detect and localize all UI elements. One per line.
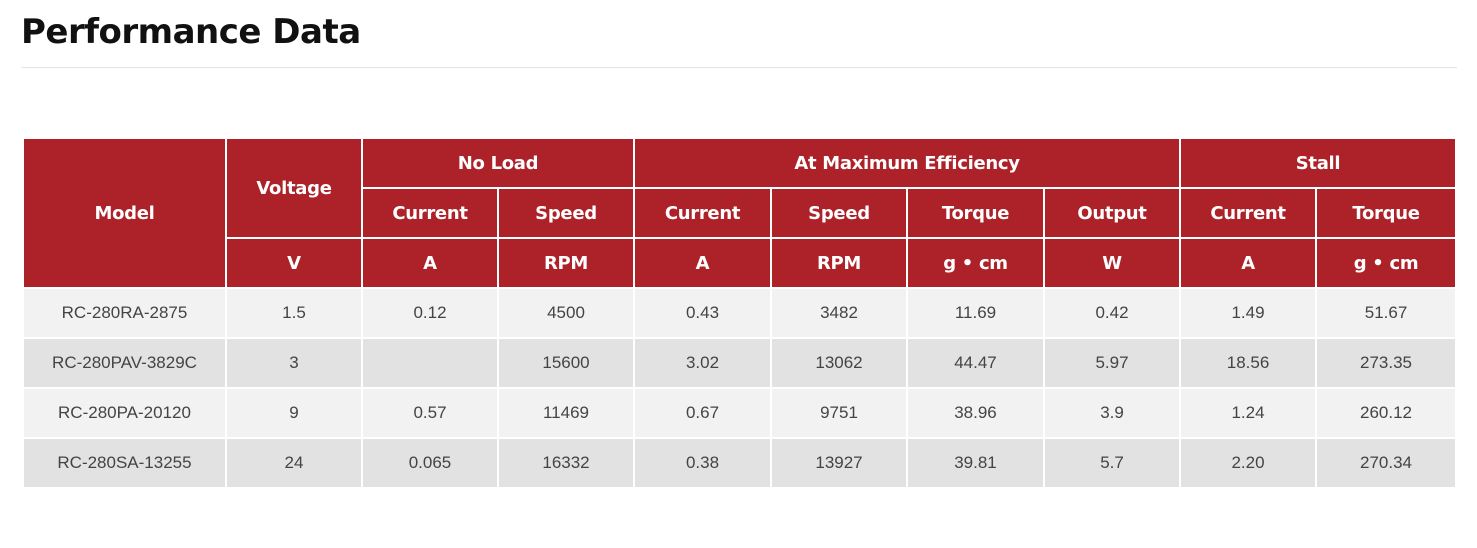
header-model: Model (22, 137, 227, 289)
table-cell: 3 (225, 337, 363, 389)
table-cell: 3.9 (1042, 387, 1182, 439)
header-sub: Current (1179, 187, 1318, 239)
header-unit: RPM (497, 237, 635, 289)
table-cell: 5.97 (1042, 337, 1182, 389)
header-unit: g • cm (906, 237, 1045, 289)
header-no-load: No Load (361, 137, 635, 189)
header-sub: Output (1042, 187, 1182, 239)
table-cell: 3.02 (633, 337, 772, 389)
table-cell: 0.43 (633, 287, 772, 339)
table-row: RC-280PAV-3829C 3 15600 3.02 13062 44.47… (22, 337, 1458, 389)
header-unit: A (633, 237, 772, 289)
table-cell: 0.57 (361, 387, 499, 439)
table-cell: 1.24 (1179, 387, 1318, 439)
table-cell: 38.96 (906, 387, 1045, 439)
table-cell: 9751 (770, 387, 908, 439)
page-title: Performance Data (21, 12, 361, 52)
table-cell: 0.12 (361, 287, 499, 339)
table-cell: 260.12 (1315, 387, 1458, 439)
header-unit: A (1179, 237, 1318, 289)
table-cell (361, 337, 499, 389)
header-unit: RPM (770, 237, 908, 289)
header-sub: Current (633, 187, 772, 239)
table-cell: 0.67 (633, 387, 772, 439)
performance-table: Model Voltage No Load At Maximum Efficie… (22, 137, 1458, 489)
cell-model: RC-280RA-2875 (22, 287, 227, 339)
table-cell: 1.49 (1179, 287, 1318, 339)
cell-model: RC-280PA-20120 (22, 387, 227, 439)
table-cell: 2.20 (1179, 437, 1318, 489)
header-unit: W (1042, 237, 1182, 289)
header-unit: V (225, 237, 363, 289)
cell-model: RC-280SA-13255 (22, 437, 227, 489)
header-sub: Speed (770, 187, 908, 239)
table-row: RC-280SA-13255 24 0.065 16332 0.38 13927… (22, 437, 1458, 489)
table-cell: 24 (225, 437, 363, 489)
table-cell: 11469 (497, 387, 635, 439)
cell-model: RC-280PAV-3829C (22, 337, 227, 389)
header-sub: Torque (1315, 187, 1458, 239)
table-row: RC-280RA-2875 1.5 0.12 4500 0.43 3482 11… (22, 287, 1458, 339)
table-cell: 1.5 (225, 287, 363, 339)
table-cell: 11.69 (906, 287, 1045, 339)
table-cell: 9 (225, 387, 363, 439)
header-row-groups: Model Voltage No Load At Maximum Efficie… (22, 137, 1458, 289)
table-cell: 3482 (770, 287, 908, 339)
table-cell: 18.56 (1179, 337, 1318, 389)
table-cell: 0.42 (1042, 287, 1182, 339)
header-sub: Current (361, 187, 499, 239)
table-cell: 270.34 (1315, 437, 1458, 489)
table-cell: 273.35 (1315, 337, 1458, 389)
header-unit: g • cm (1315, 237, 1458, 289)
table-cell: 39.81 (906, 437, 1045, 489)
table-cell: 15600 (497, 337, 635, 389)
table-cell: 0.38 (633, 437, 772, 489)
table-cell: 13062 (770, 337, 908, 389)
title-divider (21, 67, 1457, 68)
table-cell: 13927 (770, 437, 908, 489)
table-row: RC-280PA-20120 9 0.57 11469 0.67 9751 38… (22, 387, 1458, 439)
table-cell: 5.7 (1042, 437, 1182, 489)
header-max-efficiency: At Maximum Efficiency (632, 137, 1182, 189)
header-sub: Speed (497, 187, 635, 239)
header-stall: Stall (1179, 137, 1458, 189)
header-row-units: V A RPM A RPM g • cm W A g • cm (23, 237, 1458, 289)
table-body: RC-280RA-2875 1.5 0.12 4500 0.43 3482 11… (22, 287, 1458, 489)
header-unit: A (361, 237, 499, 289)
table-cell: 4500 (497, 287, 635, 339)
table-cell: 0.065 (361, 437, 499, 489)
table-cell: 44.47 (906, 337, 1045, 389)
table-cell: 51.67 (1315, 287, 1458, 339)
table-cell: 16332 (497, 437, 635, 489)
header-sub: Torque (906, 187, 1045, 239)
header-voltage: Voltage (225, 137, 363, 239)
